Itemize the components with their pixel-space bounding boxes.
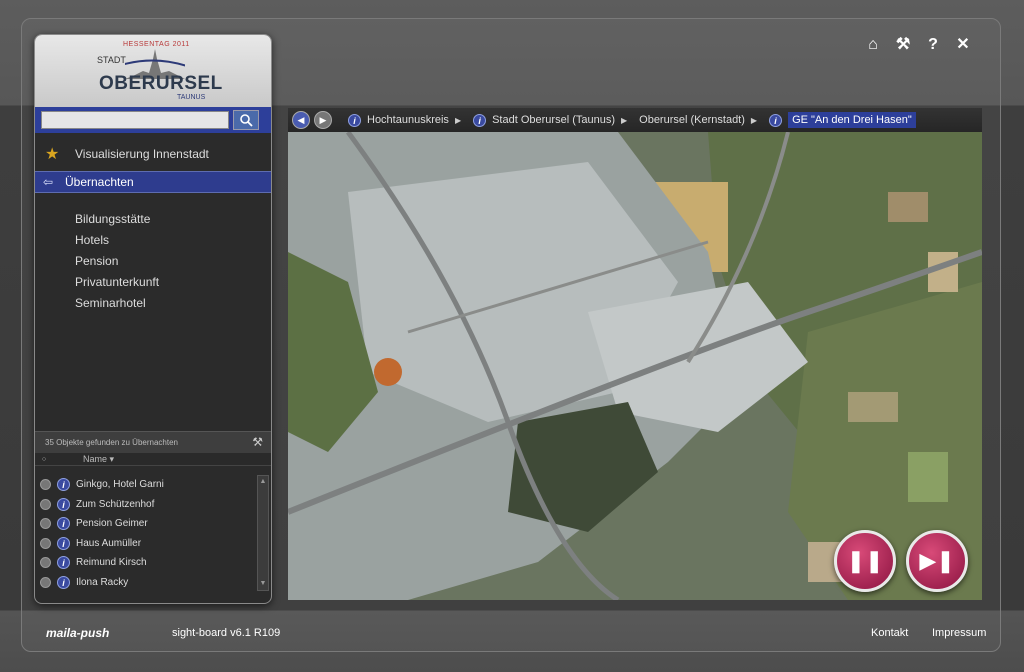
scroll-up-icon[interactable]: ▲ xyxy=(258,476,268,488)
forward-nav-button[interactable]: ▶ xyxy=(314,111,332,129)
info-icon[interactable]: i xyxy=(57,575,70,589)
pause-button[interactable]: ❚❚ xyxy=(834,530,896,592)
breadcrumb-item[interactable]: i Hochtaunuskreis ▶ xyxy=(348,113,467,127)
list-item[interactable]: i Reimund Kirsch xyxy=(35,553,255,573)
list-item[interactable]: i Ginkgo, Hotel Garni xyxy=(35,475,255,495)
close-icon[interactable]: ✕ xyxy=(954,36,972,54)
name-column-header[interactable]: Name ▾ xyxy=(83,454,114,465)
select-radio[interactable] xyxy=(40,576,51,588)
home-icon[interactable]: ⌂ xyxy=(864,36,882,54)
subcategory-item[interactable]: Bildungsstätte xyxy=(75,209,271,230)
scroll-down-icon[interactable]: ▼ xyxy=(258,578,268,590)
subcategory-list: Bildungsstätte Hotels Pension Privatunte… xyxy=(35,193,271,314)
item-label: Haus Aumüller xyxy=(76,537,142,549)
item-label: Ilona Racky xyxy=(76,576,129,588)
breadcrumb: ◀ ▶ i Hochtaunuskreis ▶ i Stadt Oberursel… xyxy=(288,108,982,132)
favorite-label: Visualisierung Innenstadt xyxy=(75,147,209,161)
favorite-item[interactable]: ★ Visualisierung Innenstadt xyxy=(35,139,271,169)
skip-next-button[interactable]: ▶❚ xyxy=(906,530,968,592)
subcategory-item[interactable]: Hotels xyxy=(75,230,271,251)
subcategory-item[interactable]: Pension xyxy=(75,251,271,272)
help-icon[interactable]: ? xyxy=(924,36,942,54)
result-summary-bar: 35 Objekte gefunden zu Übernachten ⚒ xyxy=(35,431,271,453)
back-nav-button[interactable]: ◀ xyxy=(292,111,310,129)
footer: maila-push sight-board v6.1 R109 Kontakt… xyxy=(0,612,1024,652)
results-list: i Ginkgo, Hotel Garni i Zum Schützenhof … xyxy=(35,475,255,592)
subcategory-item[interactable]: Privatunterkunft xyxy=(75,272,271,293)
list-item[interactable]: i Ilona Racky xyxy=(35,573,255,593)
list-header: ○ Name ▾ xyxy=(35,453,271,466)
settings-wrench-icon[interactable]: ⚒ xyxy=(252,435,263,449)
pause-icon: ❚❚ xyxy=(846,548,884,573)
info-icon[interactable]: i xyxy=(348,113,361,127)
list-item[interactable]: i Zum Schützenhof xyxy=(35,495,255,515)
breadcrumb-item[interactable]: Oberursel (Kernstadt) ▶ xyxy=(639,114,763,126)
version-label: sight-board v6.1 R109 xyxy=(172,627,281,639)
info-icon[interactable]: i xyxy=(769,113,783,127)
select-radio[interactable] xyxy=(40,479,51,491)
item-label: Zum Schützenhof xyxy=(76,498,155,510)
logo-prefix: STADT xyxy=(97,55,126,65)
brand-logo[interactable]: maila-push xyxy=(46,626,109,640)
back-arrow-icon[interactable]: ⇦ xyxy=(35,175,65,189)
select-radio[interactable] xyxy=(40,537,51,549)
search-input[interactable] xyxy=(41,111,229,129)
star-icon: ★ xyxy=(45,146,60,163)
info-icon[interactable]: i xyxy=(473,113,487,127)
breadcrumb-item[interactable]: i Stadt Oberursel (Taunus) ▶ xyxy=(473,113,633,127)
list-item[interactable]: i Pension Geimer xyxy=(35,514,255,534)
result-summary: 35 Objekte gefunden zu Übernachten xyxy=(45,438,178,447)
contact-link[interactable]: Kontakt xyxy=(871,627,908,639)
top-toolbar: ⌂ ⚒ ? ✕ xyxy=(864,36,972,54)
imprint-link[interactable]: Impressum xyxy=(932,627,986,639)
select-radio[interactable] xyxy=(40,518,51,530)
wrench-icon[interactable]: ⚒ xyxy=(894,36,912,54)
results-scrollbar[interactable]: ▲ ▼ xyxy=(257,475,269,591)
item-label: Reimund Kirsch xyxy=(76,557,147,569)
search-button[interactable] xyxy=(233,110,259,130)
info-icon[interactable]: i xyxy=(57,497,70,511)
sidebar-panel: HESSENTAG 2011 STADT OBERURSEL TAUNUS ★ … xyxy=(34,34,272,604)
search-icon xyxy=(240,114,253,127)
item-label: Ginkgo, Hotel Garni xyxy=(76,479,164,491)
playback-controls: ❚❚ ▶❚ xyxy=(834,530,968,592)
sort-status-icon[interactable]: ○ xyxy=(35,456,53,463)
city-logo: HESSENTAG 2011 STADT OBERURSEL TAUNUS xyxy=(35,35,271,107)
info-icon[interactable]: i xyxy=(57,517,70,531)
list-item[interactable]: i Haus Aumüller xyxy=(35,534,255,554)
logo-suffix: TAUNUS xyxy=(177,94,206,101)
breadcrumb-current[interactable]: i GE "An den Drei Hasen" xyxy=(769,112,916,128)
select-radio[interactable] xyxy=(40,557,51,569)
event-label: HESSENTAG 2011 xyxy=(123,41,190,48)
subcategory-item[interactable]: Seminarhotel xyxy=(75,293,271,314)
info-icon[interactable]: i xyxy=(57,556,70,570)
item-label: Pension Geimer xyxy=(76,518,148,530)
skip-next-icon: ▶❚ xyxy=(919,548,955,573)
select-radio[interactable] xyxy=(40,498,51,510)
active-category-label: Übernachten xyxy=(65,175,134,189)
aerial-map-view[interactable]: ❚❚ ▶❚ xyxy=(288,132,982,600)
logo-name: OBERURSEL xyxy=(99,73,223,94)
category-menu: ★ Visualisierung Innenstadt ⇦ Übernachte… xyxy=(35,133,271,314)
info-icon[interactable]: i xyxy=(57,478,70,492)
active-category[interactable]: ⇦ Übernachten xyxy=(35,171,271,193)
info-icon[interactable]: i xyxy=(57,536,70,550)
search-bar xyxy=(35,107,271,133)
